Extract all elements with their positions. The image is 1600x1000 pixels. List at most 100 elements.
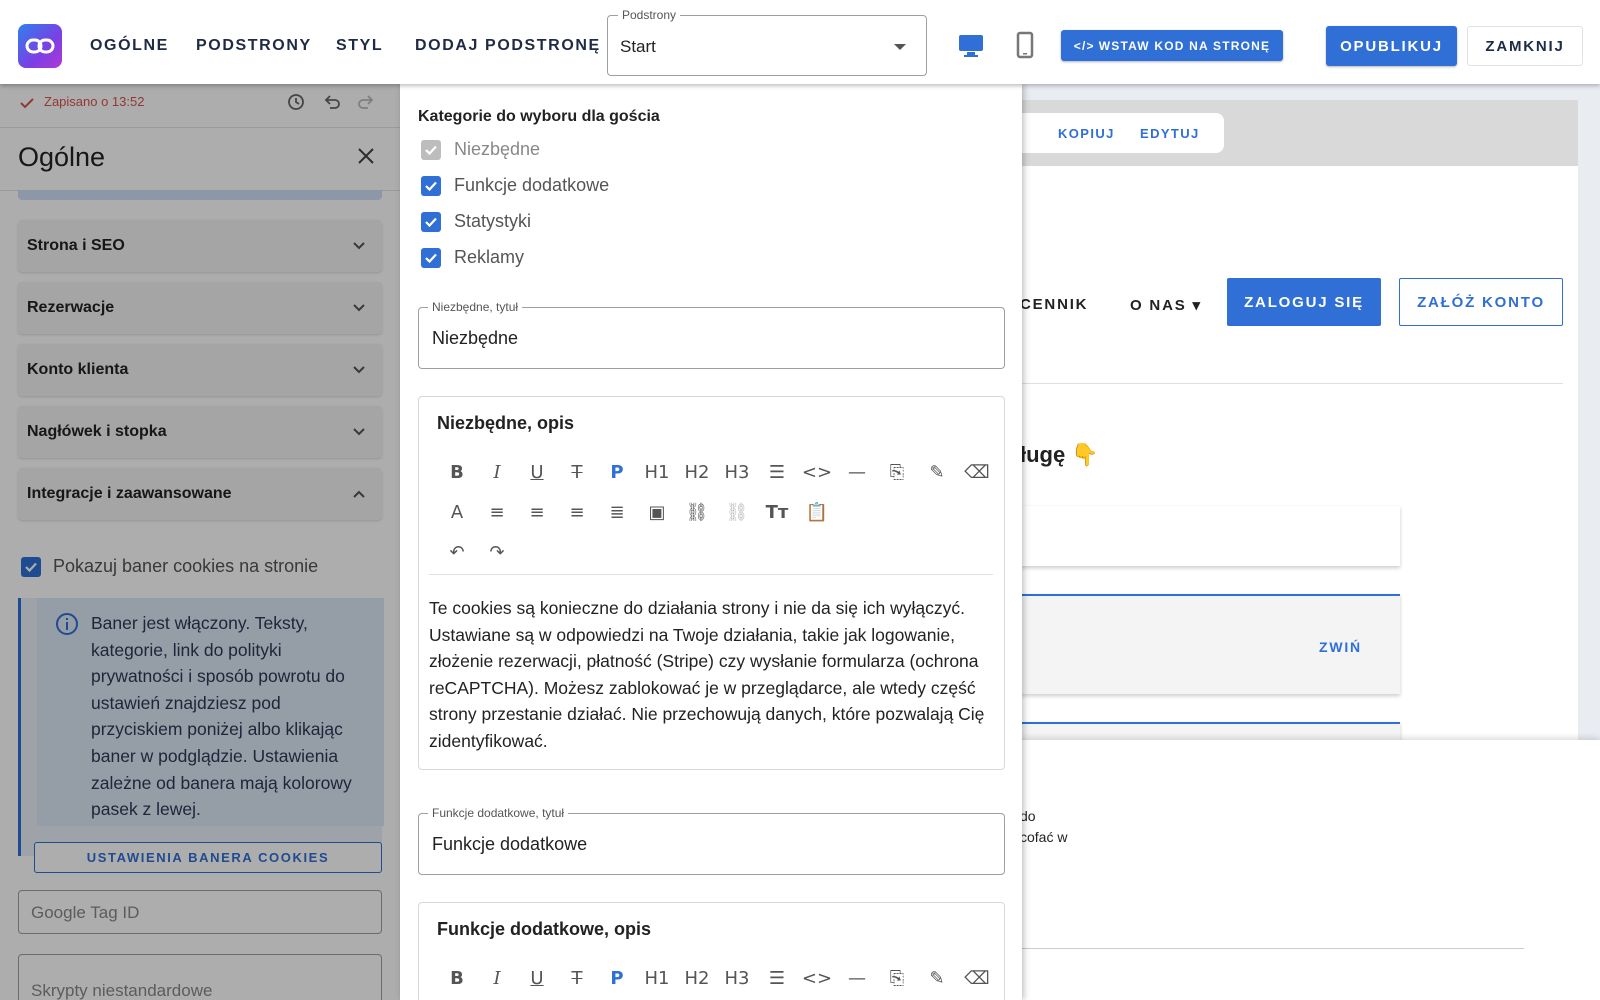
bold-icon[interactable]: B [437,958,477,998]
align-center-icon[interactable]: ≡ [557,492,597,532]
text-color-icon[interactable]: A [437,492,477,532]
paragraph-icon[interactable]: P [597,958,637,998]
necessary-title-field[interactable]: Niezbędne, tytuł Niezbędne [418,300,1005,369]
cookie-banner-preview[interactable]: do cofać w [1020,740,1600,1000]
paste-icon[interactable]: 📋 [797,492,837,532]
page-break-icon[interactable]: ⎘ [877,958,917,998]
nav-add-subpage[interactable]: DODAJ PODSTRONĘ [415,37,601,55]
insert-code-label: WSTAW KOD NA STRONĘ [1098,38,1271,53]
site-preview: KOPIUJ EDYTUJ CENNIK O NAS ▾ ZALOGUJ SIĘ… [1020,84,1600,1000]
horizontal-rule-icon[interactable]: — [837,958,877,998]
bold-icon[interactable]: B [437,452,477,492]
divider [1020,948,1524,949]
highlight-icon[interactable]: ✎ [917,958,957,998]
italic-icon[interactable]: I [477,958,517,998]
category-statistics[interactable]: Statystyki [421,211,531,232]
app-logo[interactable] [18,24,62,68]
check-icon [425,145,437,155]
h2-icon[interactable]: H2 [677,452,717,492]
bullet-list-icon[interactable]: ☰ [757,452,797,492]
top-bar: OGÓLNE PODSTRONY STYL DODAJ PODSTRONĘ Po… [0,0,1600,84]
page-break-icon[interactable]: ⎘ [877,452,917,492]
field-label: Niezbędne, tytuł [428,300,523,314]
check-icon [425,217,437,227]
checkbox-checked[interactable] [421,247,441,268]
necessary-description-editor[interactable]: Niezbędne, opis B I U T P H1 H2 H3 ☰ <> … [418,396,1005,770]
preview-login-button[interactable]: ZALOGUJ SIĘ [1227,278,1381,326]
functional-description-editor[interactable]: Funkcje dodatkowe, opis B I U T P H1 H2 … [418,902,1005,1000]
cookie-banner-line: do [1020,808,1036,824]
bullet-list-icon[interactable]: ☰ [757,958,797,998]
category-ads[interactable]: Reklamy [421,247,524,268]
collapse-link[interactable]: ZWIŃ [1319,639,1362,655]
checkbox-checked[interactable] [421,211,441,232]
preview-signup-button[interactable]: ZAŁÓŻ KONTO [1399,278,1563,326]
field-value: Niezbędne [432,328,519,348]
horizontal-rule-icon[interactable]: — [837,452,877,492]
checkbox-checked[interactable] [421,175,441,196]
editor-content[interactable]: Te cookies są konieczne do działania str… [429,595,993,755]
code-icon: </> [1073,38,1095,53]
clear-format-icon[interactable]: ⌫ [957,958,997,998]
h3-icon[interactable]: H3 [717,452,757,492]
italic-icon[interactable]: I [477,452,517,492]
checkbox-disabled [421,139,441,160]
sidebar-dim-overlay [0,84,400,1000]
copy-link[interactable]: KOPIUJ [1058,126,1115,141]
editor-toolbar-row: B I U T P H1 H2 H3 ☰ <> — ⎘ ✎ ⌫ [437,958,997,998]
align-justify-icon[interactable]: ≣ [597,492,637,532]
editor-title: Niezbędne, opis [437,413,575,433]
subpage-select[interactable]: Podstrony Start [607,8,927,76]
link-icon [25,38,55,54]
link-icon[interactable]: ⛓ [677,492,717,532]
unlink-icon[interactable]: ⛓ [717,492,757,532]
category-functional[interactable]: Funkcje dodatkowe [421,175,609,196]
nav-style[interactable]: STYL [336,37,383,55]
preview-heading: ługę 👇 [1020,442,1099,467]
image-icon[interactable]: ▣ [637,492,677,532]
publish-button[interactable]: OPUBLIKUJ [1326,26,1457,66]
h3-icon[interactable]: H3 [717,958,757,998]
redo-icon[interactable]: ↷ [477,532,517,572]
strikethrough-icon[interactable]: T [557,958,597,998]
underline-icon[interactable]: U [517,452,557,492]
subpage-select-label: Podstrony [618,8,681,22]
h1-icon[interactable]: H1 [637,452,677,492]
field-label: Funkcje dodatkowe, tytuł [428,806,569,820]
preview-toolbar: KOPIUJ EDYTUJ [1020,100,1578,166]
align-left-icon[interactable]: ≡ [477,492,517,532]
underline-icon[interactable]: U [517,958,557,998]
nav-general[interactable]: OGÓLNE [90,37,169,55]
code-icon[interactable]: <> [797,452,837,492]
category-necessary: Niezbędne [421,139,540,160]
h2-icon[interactable]: H2 [677,958,717,998]
category-label: Reklamy [454,247,525,267]
insert-code-button[interactable]: </> WSTAW KOD NA STRONĘ [1061,30,1283,61]
cookie-banner-line: cofać w [1020,829,1068,845]
check-icon [425,253,437,263]
clear-format-icon[interactable]: ⌫ [957,452,997,492]
functional-title-field[interactable]: Funkcje dodatkowe, tytuł Funkcje dodatko… [418,806,1005,875]
close-button[interactable]: ZAMKNIJ [1467,26,1583,66]
h1-icon[interactable]: H1 [637,958,677,998]
divider [429,574,993,575]
caret-down-icon [894,44,906,50]
cookie-banner-text: do cofać w [1020,806,1067,848]
preview-nav-pricing[interactable]: CENNIK [1020,296,1088,313]
categories-label: Kategorie do wyboru dla gościa [418,108,660,125]
editor-toolbar-row: ↶ ↷ [437,532,517,572]
mobile-icon[interactable] [1010,30,1040,60]
align-right-icon[interactable]: ≡ [517,492,557,532]
category-label: Statystyki [454,211,532,231]
nav-subpages[interactable]: PODSTRONY [196,37,312,55]
paragraph-icon[interactable]: P [597,452,637,492]
desktop-icon[interactable] [956,30,986,60]
undo-icon[interactable]: ↶ [437,532,477,572]
preview-nav-about[interactable]: O NAS ▾ [1130,296,1202,314]
highlight-icon[interactable]: ✎ [917,452,957,492]
strikethrough-icon[interactable]: T [557,452,597,492]
field-value: Funkcje dodatkowe [432,834,588,854]
edit-link[interactable]: EDYTUJ [1140,126,1200,141]
font-size-icon[interactable]: Tт [757,492,797,532]
code-icon[interactable]: <> [797,958,837,998]
